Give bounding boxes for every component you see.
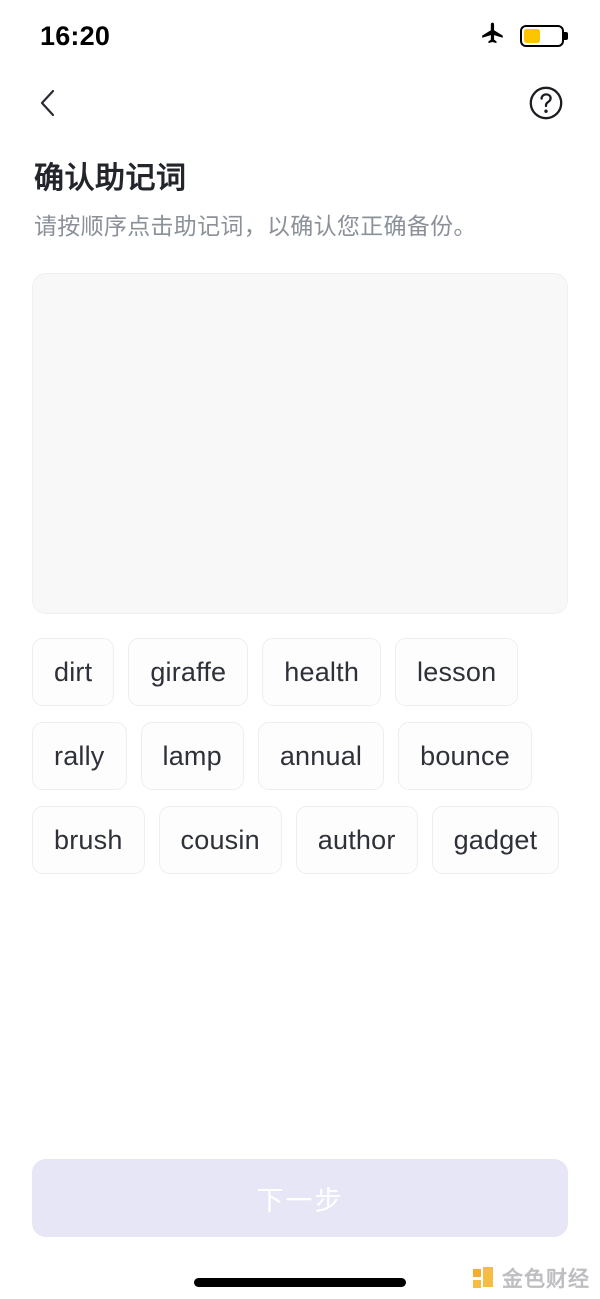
word-chip[interactable]: lamp xyxy=(140,722,244,791)
word-chip[interactable]: brush xyxy=(32,806,145,875)
word-chip[interactable]: bounce xyxy=(398,722,532,791)
page-title: 确认助记词 xyxy=(34,162,187,195)
watermark: 金色财经 xyxy=(473,1263,590,1293)
battery-fill xyxy=(524,29,541,43)
header-block: 确认助记词 请按顺序点击助记词，以确认您正确备份。 xyxy=(0,138,600,241)
word-chip[interactable]: gadget xyxy=(431,806,560,875)
battery-icon xyxy=(520,25,564,47)
next-button[interactable]: 下一步 xyxy=(32,1159,568,1237)
help-button[interactable] xyxy=(524,83,568,127)
help-circle-icon xyxy=(528,85,564,126)
back-button[interactable] xyxy=(26,83,70,127)
navigation-bar xyxy=(0,72,600,138)
word-chip[interactable]: author xyxy=(295,806,418,875)
footer: 下一步 xyxy=(0,1159,600,1237)
watermark-text: 金色财经 xyxy=(502,1268,590,1291)
selected-words-area[interactable] xyxy=(32,273,568,615)
word-chip[interactable]: dirt xyxy=(32,638,115,707)
word-chip[interactable]: cousin xyxy=(158,806,282,875)
selected-words-list xyxy=(33,274,567,314)
word-pool: dirt giraffe health lesson rally lamp annual bo… xyxy=(0,614,600,875)
status-bar: 16:20 xyxy=(0,0,600,72)
word-chip[interactable]: lesson xyxy=(395,638,519,707)
word-chip[interactable]: rally xyxy=(32,722,127,791)
word-chip[interactable]: annual xyxy=(257,722,385,791)
chevron-left-icon xyxy=(35,88,61,123)
page-subtitle: 请按顺序点击助记词，以确认您正确备份。 xyxy=(34,212,477,239)
status-time: 16:20 xyxy=(40,20,111,51)
status-indicators xyxy=(480,21,564,52)
jinse-logo-icon xyxy=(473,1267,495,1289)
word-chip[interactable]: giraffe xyxy=(128,638,249,707)
word-chip[interactable]: health xyxy=(262,638,382,707)
airplane-mode-icon xyxy=(480,21,506,52)
home-indicator xyxy=(194,1278,406,1287)
